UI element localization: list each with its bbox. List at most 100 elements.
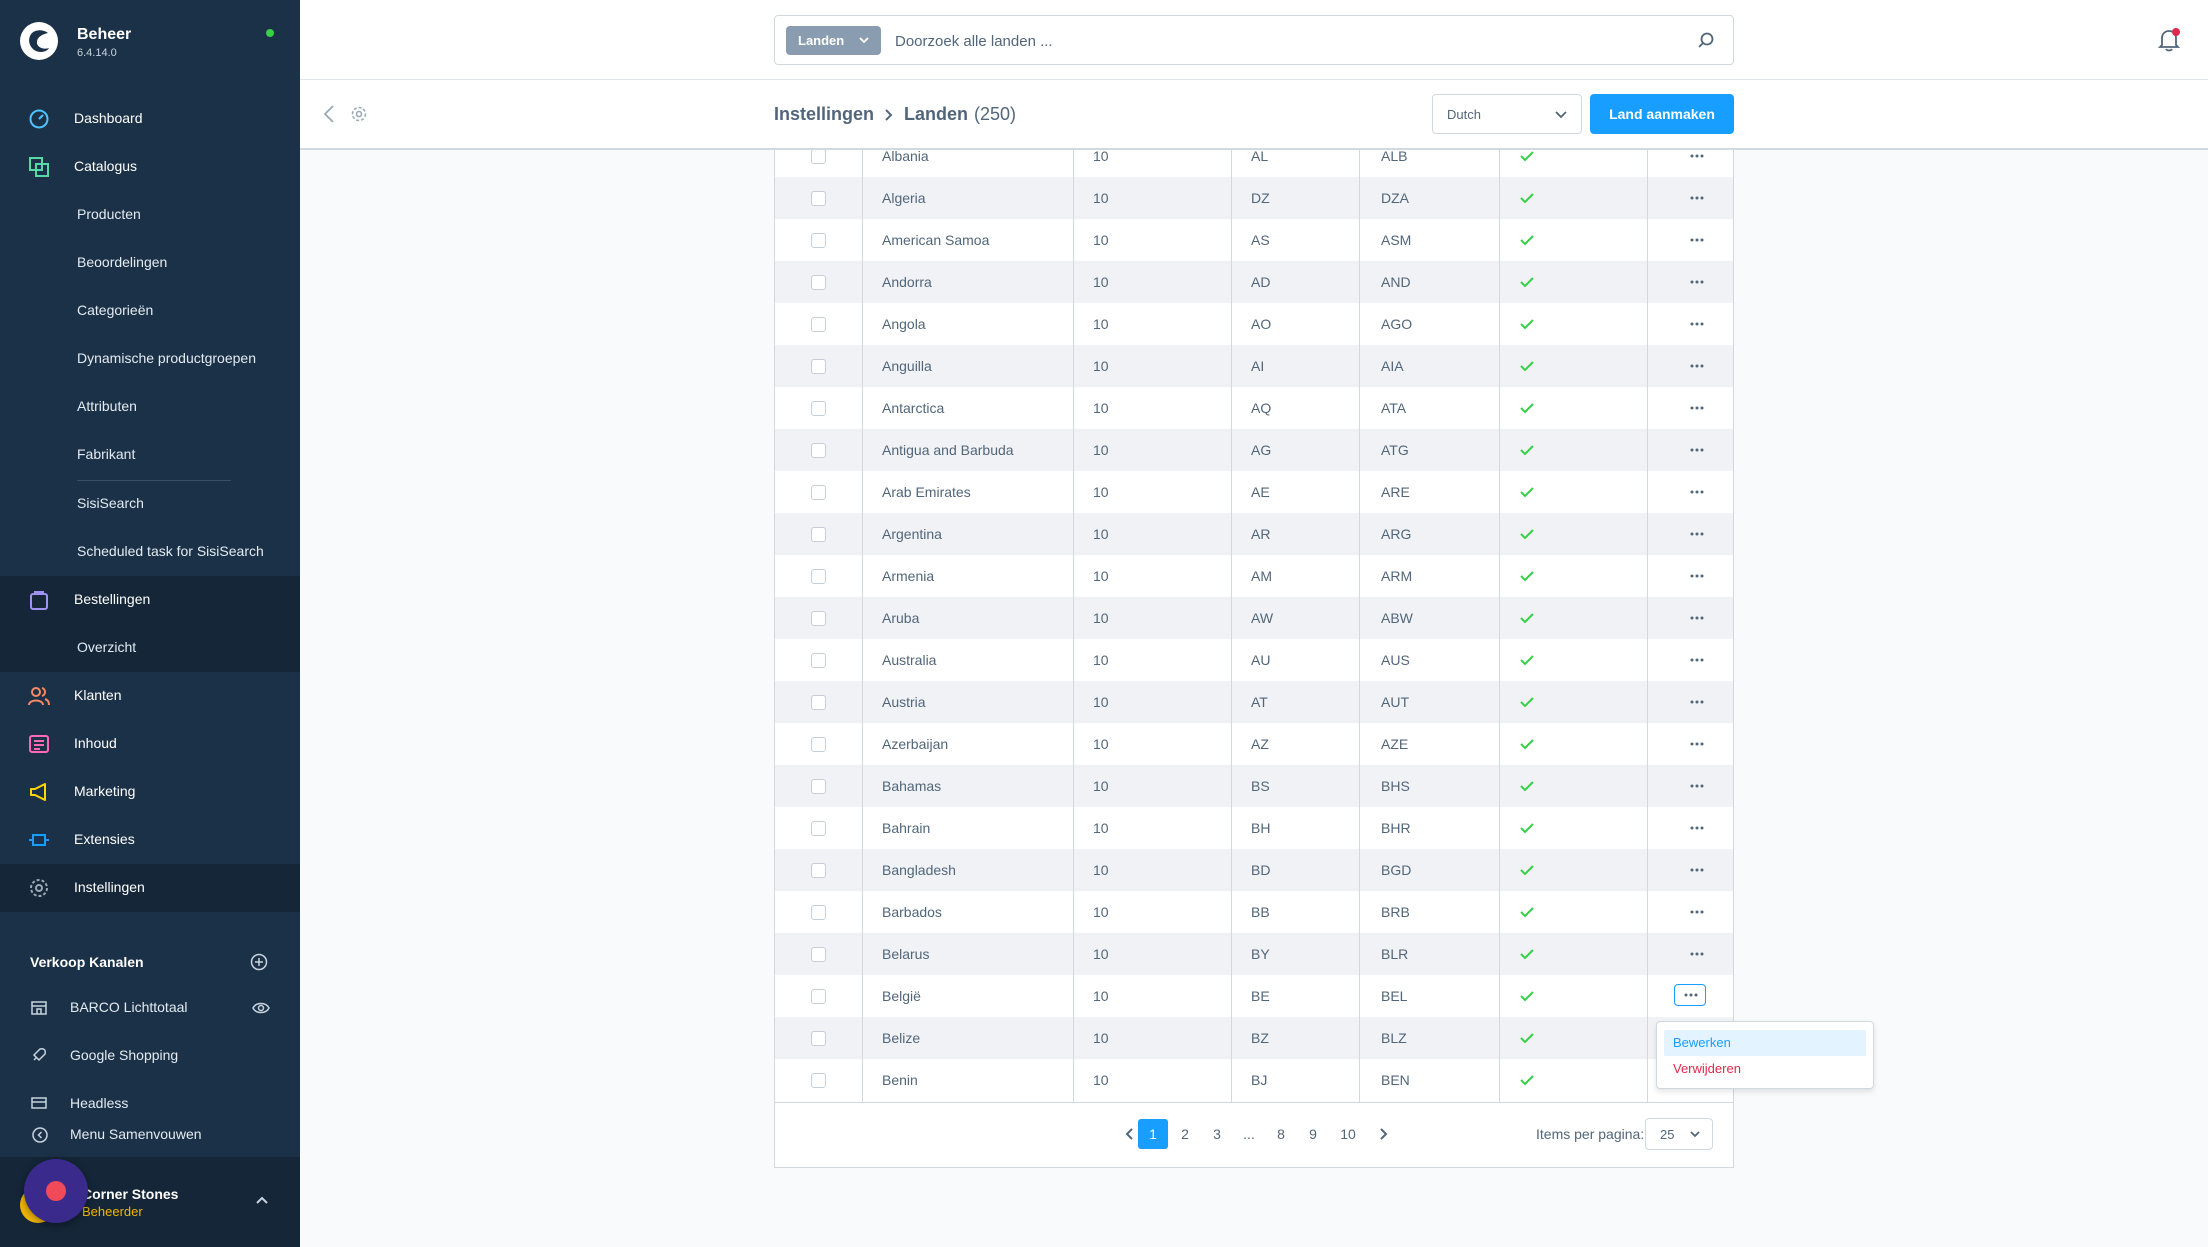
page-button[interactable]: 1 [1138,1119,1168,1149]
country-name[interactable]: Benin [882,1059,918,1101]
row-checkbox[interactable] [811,611,826,626]
country-name[interactable]: Bahrain [882,807,930,849]
nav-dashboard[interactable]: Dashboard [0,95,300,143]
row-actions-button[interactable] [1682,358,1712,374]
row-checkbox[interactable] [811,317,826,332]
breadcrumb-parent[interactable]: Instellingen [774,104,874,125]
row-checkbox[interactable] [811,863,826,878]
row-actions-button[interactable] [1682,232,1712,248]
row-checkbox[interactable] [811,191,826,206]
nav-catalogus[interactable]: Catalogus [0,143,300,191]
nav-instellingen[interactable]: Instellingen [0,864,300,912]
row-checkbox[interactable] [811,1031,826,1046]
country-name[interactable]: Barbados [882,891,942,933]
row-checkbox[interactable] [811,485,826,500]
search-type-selector[interactable]: Landen [786,26,881,55]
back-chevron-icon[interactable] [322,104,336,124]
country-name[interactable]: België [882,975,921,1017]
page-button[interactable]: 10 [1333,1119,1363,1149]
page-button[interactable]: 2 [1170,1119,1200,1149]
nav-klanten[interactable]: Klanten [0,672,300,720]
row-checkbox[interactable] [811,150,826,164]
record-button[interactable] [24,1159,88,1223]
row-checkbox[interactable] [811,401,826,416]
sales-channel-headless[interactable]: Headless [0,1084,300,1124]
gear-icon[interactable] [350,105,368,123]
nav-sub-attributen[interactable]: Attributen [0,383,300,431]
create-country-button[interactable]: Land aanmaken [1590,94,1734,134]
row-checkbox[interactable] [811,779,826,794]
row-actions-button[interactable] [1674,984,1706,1006]
country-name[interactable]: Algeria [882,177,926,219]
row-actions-button[interactable] [1682,946,1712,962]
country-name[interactable]: Antarctica [882,387,944,429]
row-checkbox[interactable] [811,1073,826,1088]
row-actions-button[interactable] [1682,610,1712,626]
country-name[interactable]: Azerbaijan [882,723,948,765]
country-name[interactable]: Anguilla [882,345,932,387]
country-name[interactable]: Argentina [882,513,942,555]
country-name[interactable]: Angola [882,303,926,345]
search-input[interactable] [895,30,1655,52]
nav-marketing[interactable]: Marketing [0,768,300,816]
row-actions-button[interactable] [1682,652,1712,668]
add-sales-channel-icon[interactable] [250,953,268,971]
row-actions-button[interactable] [1682,526,1712,542]
country-name[interactable]: Bahamas [882,765,941,807]
country-name[interactable]: Aruba [882,597,919,639]
country-name[interactable]: Albania [882,150,929,177]
row-checkbox[interactable] [811,989,826,1004]
nav-sub-scheduled-task[interactable]: Scheduled task for SisiSearch [0,528,300,576]
nav-bestellingen[interactable]: Bestellingen [0,576,300,624]
row-checkbox[interactable] [811,821,826,836]
row-checkbox[interactable] [811,359,826,374]
collapse-menu-button[interactable]: Menu Samenvouwen [0,1123,300,1147]
nav-sub-fabrikant[interactable]: Fabrikant [0,431,300,479]
country-name[interactable]: Armenia [882,555,934,597]
row-checkbox[interactable] [811,527,826,542]
nav-extensies[interactable]: Extensies [0,816,300,864]
country-name[interactable]: Belarus [882,933,929,975]
row-actions-button[interactable] [1682,274,1712,290]
sales-channel-google-shopping[interactable]: Google Shopping [0,1036,300,1076]
row-actions-button[interactable] [1682,484,1712,500]
sales-channel-barco[interactable]: BARCO Lichttotaal [0,988,300,1028]
nav-sub-producten[interactable]: Producten [0,191,300,239]
items-per-page-select[interactable]: 25 [1645,1118,1713,1150]
nav-sub-categorieen[interactable]: Categorieën [0,287,300,335]
row-actions-button[interactable] [1682,400,1712,416]
page-button[interactable]: 3 [1202,1119,1232,1149]
country-name[interactable]: Bangladesh [882,849,956,891]
row-actions-button[interactable] [1682,150,1712,164]
row-actions-button[interactable] [1682,736,1712,752]
row-actions-button[interactable] [1682,862,1712,878]
page-button[interactable]: 8 [1266,1119,1296,1149]
edit-menu-item[interactable]: Bewerken [1664,1030,1866,1056]
country-name[interactable]: American Samoa [882,219,989,261]
country-name[interactable]: Andorra [882,261,932,303]
row-checkbox[interactable] [811,905,826,920]
row-checkbox[interactable] [811,737,826,752]
row-checkbox[interactable] [811,947,826,962]
page-button[interactable]: 9 [1298,1119,1328,1149]
row-checkbox[interactable] [811,233,826,248]
row-checkbox[interactable] [811,443,826,458]
row-actions-button[interactable] [1682,316,1712,332]
nav-sub-beoordelingen[interactable]: Beoordelingen [0,239,300,287]
row-actions-button[interactable] [1682,778,1712,794]
country-name[interactable]: Austria [882,681,926,723]
shopware-logo-icon[interactable] [20,22,58,60]
country-name[interactable]: Antigua and Barbuda [882,429,1014,471]
language-select[interactable]: Dutch [1432,94,1582,134]
row-checkbox[interactable] [811,569,826,584]
country-name[interactable]: Belize [882,1017,920,1059]
country-name[interactable]: Arab Emirates [882,471,971,513]
row-checkbox[interactable] [811,695,826,710]
row-actions-button[interactable] [1682,904,1712,920]
next-page-button[interactable] [1368,1119,1398,1149]
row-actions-button[interactable] [1682,820,1712,836]
chevron-up-icon[interactable] [255,1195,269,1205]
nav-sub-sisisearch[interactable]: SisiSearch [0,480,300,528]
row-actions-button[interactable] [1682,568,1712,584]
row-checkbox[interactable] [811,275,826,290]
